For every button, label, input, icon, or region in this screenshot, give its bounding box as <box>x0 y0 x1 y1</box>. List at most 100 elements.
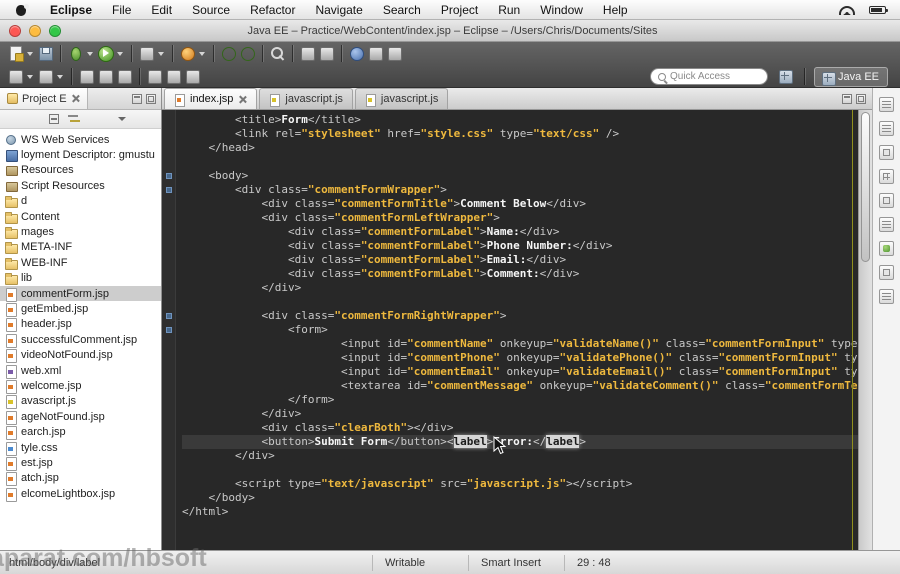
editor-scrollbar[interactable] <box>858 110 872 550</box>
last-edit-location-icon[interactable] <box>78 68 95 85</box>
tree-item[interactable]: welcome.jsp <box>0 378 161 394</box>
minimize-editor-icon[interactable] <box>842 93 852 104</box>
view-menu-icon[interactable] <box>116 113 128 125</box>
tree-item[interactable]: Resources <box>0 163 161 178</box>
tree-item[interactable]: web.xml <box>0 363 161 379</box>
markers-icon[interactable] <box>879 217 894 232</box>
menu-refactor[interactable]: Refactor <box>240 0 305 20</box>
code-line[interactable]: </html> <box>182 505 858 519</box>
forward-menu-icon[interactable] <box>56 68 65 85</box>
tree-item[interactable]: avascript.js <box>0 394 161 410</box>
toggle-mark-occurrences-icon[interactable] <box>367 45 384 62</box>
code-line[interactable]: <div class="commentFormWrapper"> <box>182 183 858 197</box>
open-perspective-icon[interactable] <box>777 68 794 85</box>
code-line[interactable]: <link rel="stylesheet" href="style.css" … <box>182 127 858 141</box>
back-menu-icon[interactable] <box>26 68 35 85</box>
close-window-button[interactable] <box>9 24 21 37</box>
code-line[interactable]: <body> <box>182 169 858 183</box>
tree-item[interactable]: commentForm.jsp <box>0 285 161 302</box>
install-software-icon[interactable] <box>239 45 256 62</box>
tree-item[interactable]: Script Resources <box>0 178 161 193</box>
external-tools-icon[interactable] <box>179 45 196 62</box>
menu-file[interactable]: File <box>102 0 141 20</box>
update-site-icon[interactable] <box>220 45 237 62</box>
external-tools-menu-icon[interactable] <box>198 45 207 62</box>
quick-access-search[interactable]: Quick Access <box>650 68 769 85</box>
menu-search[interactable]: Search <box>373 0 431 20</box>
tree-item[interactable]: elcomeLightbox.jsp <box>0 486 161 502</box>
explorer-tab-close-icon[interactable] <box>71 94 80 103</box>
code-line[interactable]: <div class="commentFormTitle">Comment Be… <box>182 197 858 211</box>
previous-annotation-icon[interactable] <box>299 45 316 62</box>
code-line[interactable] <box>182 155 858 169</box>
fold-marker-icon[interactable] <box>166 313 172 319</box>
menu-navigate[interactable]: Navigate <box>305 0 372 20</box>
code-line[interactable]: </head> <box>182 141 858 155</box>
code-line[interactable]: <button>Submit Form</button><label>Error… <box>182 435 858 449</box>
menu-eclipse[interactable]: Eclipse <box>40 0 102 20</box>
editor-tab-index.jsp[interactable]: index.jsp <box>164 88 258 109</box>
new-servlet-icon[interactable] <box>138 45 155 62</box>
code-line[interactable]: </form> <box>182 393 858 407</box>
code-line[interactable]: <script type="text/javascript" src="java… <box>182 477 858 491</box>
tree-item[interactable]: META-INF <box>0 240 161 255</box>
fold-marker-icon[interactable] <box>166 327 172 333</box>
code-line[interactable]: <div class="commentFormLabel">Email:</di… <box>182 253 858 267</box>
code-line[interactable]: <input id="commentPhone" onkeyup="valida… <box>182 351 858 365</box>
tree-item[interactable]: ageNotFound.jsp <box>0 409 161 425</box>
tree-item[interactable]: tyle.css <box>0 440 161 456</box>
code-area[interactable]: <title>Form</title> <link rel="styleshee… <box>176 110 858 550</box>
tree-item[interactable]: d <box>0 194 161 209</box>
tree-item[interactable]: earch.jsp <box>0 424 161 441</box>
next-annotation-icon[interactable] <box>318 45 335 62</box>
tree-item[interactable]: loyment Descriptor: gmustu <box>0 147 161 163</box>
new-wizard-menu-icon[interactable] <box>26 45 35 62</box>
tree-item[interactable]: getEmbed.jsp <box>0 301 161 317</box>
zoom-window-button[interactable] <box>49 24 61 37</box>
code-line[interactable]: <div class="commentFormLabel">Comment:</… <box>182 267 858 281</box>
tab-project-explorer[interactable]: Project E <box>0 88 88 109</box>
code-line[interactable]: <title>Form</title> <box>182 113 858 127</box>
next-edit-location-icon[interactable] <box>97 68 114 85</box>
apple-logo-icon[interactable] <box>14 3 29 17</box>
code-line[interactable]: <div class="commentFormLabel">Name:</div… <box>182 225 858 239</box>
new-servlet-menu-icon[interactable] <box>157 45 166 62</box>
console-icon[interactable] <box>879 265 894 280</box>
menu-help[interactable]: Help <box>593 0 638 20</box>
code-line[interactable]: </div> <box>182 281 858 295</box>
outline-icon[interactable] <box>879 121 894 136</box>
menu-edit[interactable]: Edit <box>141 0 182 20</box>
tree-item[interactable]: mages <box>0 224 161 240</box>
code-line[interactable] <box>182 295 858 309</box>
code-line[interactable]: <form> <box>182 323 858 337</box>
tree-item[interactable]: header.jsp <box>0 317 161 333</box>
servers-icon[interactable] <box>879 241 894 256</box>
run-menu-icon[interactable] <box>116 45 125 62</box>
tree-item[interactable]: successfulComment.jsp <box>0 332 161 348</box>
save-icon[interactable] <box>37 45 54 62</box>
code-line[interactable]: </div> <box>182 407 858 421</box>
tree-item[interactable]: WS Web Services <box>0 132 161 147</box>
debug-icon[interactable] <box>67 45 84 62</box>
tree-item[interactable]: Content <box>0 209 161 224</box>
code-line[interactable]: <div class="commentFormRightWrapper"> <box>182 309 858 323</box>
palette-icon[interactable] <box>879 193 894 208</box>
menu-source[interactable]: Source <box>182 0 240 20</box>
maximize-editor-icon[interactable] <box>856 93 866 104</box>
tree-item[interactable]: lib <box>0 271 161 286</box>
debug-menu-icon[interactable] <box>86 45 95 62</box>
tree-item[interactable]: videoNotFound.jsp <box>0 347 161 364</box>
restore-view-icon[interactable] <box>879 97 894 112</box>
link-with-editor-icon[interactable] <box>68 113 80 125</box>
collapse-all-icon[interactable] <box>48 113 60 125</box>
perspective-java-ee-button[interactable]: Java EE <box>814 66 888 87</box>
code-line[interactable]: <div class="commentFormLeftWrapper"> <box>182 211 858 225</box>
fold-marker-icon[interactable] <box>166 187 172 193</box>
run-icon[interactable] <box>97 45 114 62</box>
code-line[interactable]: </div> <box>182 449 858 463</box>
tree-item[interactable]: est.jsp <box>0 455 161 471</box>
insert-mode-status[interactable]: Smart Insert <box>468 554 564 571</box>
forward-icon[interactable] <box>37 68 54 85</box>
battery-icon[interactable] <box>869 5 888 14</box>
editor-tab-javascript.js[interactable]: javascript.js <box>259 88 353 109</box>
